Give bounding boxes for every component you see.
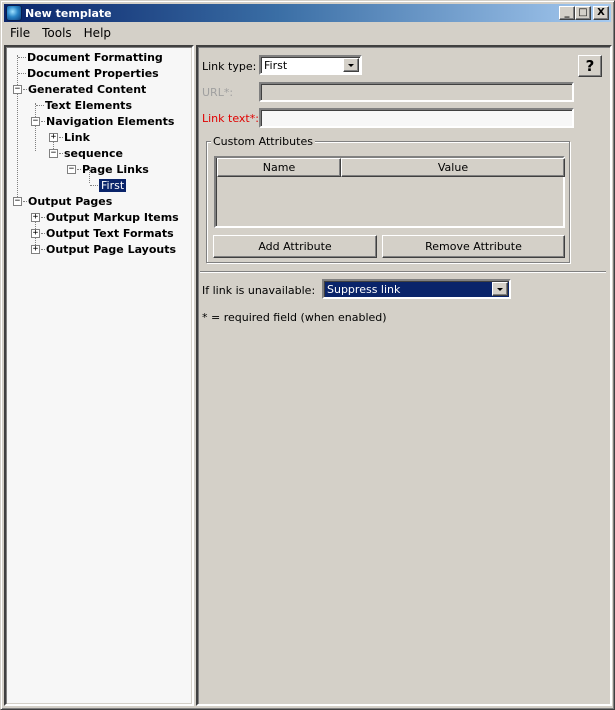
- tree-item-page-links[interactable]: − Page Links: [67, 161, 149, 177]
- close-button[interactable]: X: [593, 6, 609, 20]
- dropdown-arrow-icon[interactable]: [492, 282, 508, 296]
- window-title: New template: [25, 6, 112, 20]
- dropdown-arrow-icon[interactable]: [343, 58, 359, 72]
- link-text-label: Link text*:: [202, 112, 259, 125]
- menu-help[interactable]: Help: [78, 26, 117, 40]
- tree-item-sequence[interactable]: − sequence: [49, 145, 123, 161]
- properties-panel: Link type: First ? URL*: Link text*: Cus…: [196, 45, 612, 706]
- tree-item-generated-content[interactable]: − Generated Content: [13, 81, 146, 97]
- unavailable-select[interactable]: Suppress link: [322, 279, 511, 299]
- app-globe-icon: [6, 5, 22, 21]
- navigation-tree[interactable]: Document Formatting Document Properties …: [4, 45, 194, 706]
- collapse-icon[interactable]: −: [13, 196, 22, 206]
- main-window: New template _ □ X File Tools Help Docum…: [0, 0, 615, 710]
- remove-attribute-button[interactable]: Remove Attribute: [382, 235, 565, 258]
- tree-item-output-pages[interactable]: − Output Pages: [13, 193, 112, 209]
- add-attribute-button[interactable]: Add Attribute: [213, 235, 377, 258]
- expand-icon[interactable]: +: [31, 244, 40, 254]
- link-type-select[interactable]: First: [259, 55, 362, 75]
- tree-item-document-formatting[interactable]: Document Formatting: [13, 49, 163, 65]
- menu-file[interactable]: File: [4, 26, 36, 40]
- expand-icon[interactable]: +: [31, 212, 40, 222]
- attributes-table[interactable]: Name Value: [214, 156, 565, 228]
- tree-item-output-page-layouts[interactable]: + Output Page Layouts: [31, 241, 176, 257]
- collapse-icon[interactable]: −: [67, 164, 76, 174]
- menu-bar: File Tools Help: [4, 23, 117, 42]
- tree-item-document-properties[interactable]: Document Properties: [13, 65, 159, 81]
- tree-item-first[interactable]: First: [85, 177, 127, 193]
- link-type-label: Link type:: [202, 60, 257, 73]
- tree-item-output-markup-items[interactable]: + Output Markup Items: [31, 209, 179, 225]
- custom-attributes-title: Custom Attributes: [211, 135, 315, 148]
- collapse-icon[interactable]: −: [13, 84, 22, 94]
- help-button[interactable]: ?: [578, 55, 602, 77]
- maximize-button[interactable]: □: [575, 6, 591, 20]
- unavailable-label: If link is unavailable:: [202, 284, 316, 297]
- expand-icon[interactable]: +: [49, 132, 58, 142]
- column-header-value[interactable]: Value: [341, 158, 565, 177]
- title-bar[interactable]: New template _ □ X: [4, 4, 611, 22]
- url-label: URL*:: [202, 86, 234, 99]
- menu-tools[interactable]: Tools: [36, 26, 78, 40]
- tree-item-navigation-elements[interactable]: − Navigation Elements: [31, 113, 174, 129]
- url-field[interactable]: [259, 82, 574, 102]
- section-divider: [200, 271, 606, 273]
- link-text-field[interactable]: [259, 108, 574, 128]
- tree-item-link[interactable]: + Link: [49, 129, 90, 145]
- expand-icon[interactable]: +: [31, 228, 40, 238]
- collapse-icon[interactable]: −: [31, 116, 40, 126]
- minimize-button[interactable]: _: [559, 6, 575, 20]
- required-field-note: * = required field (when enabled): [202, 311, 387, 324]
- column-header-name[interactable]: Name: [217, 158, 341, 177]
- selected-tree-label: First: [99, 178, 127, 192]
- tree-item-text-elements[interactable]: Text Elements: [31, 97, 132, 113]
- tree-item-output-text-formats[interactable]: + Output Text Formats: [31, 225, 174, 241]
- custom-attributes-group: Custom Attributes Name Value Add Attribu…: [206, 135, 570, 263]
- collapse-icon[interactable]: −: [49, 148, 58, 158]
